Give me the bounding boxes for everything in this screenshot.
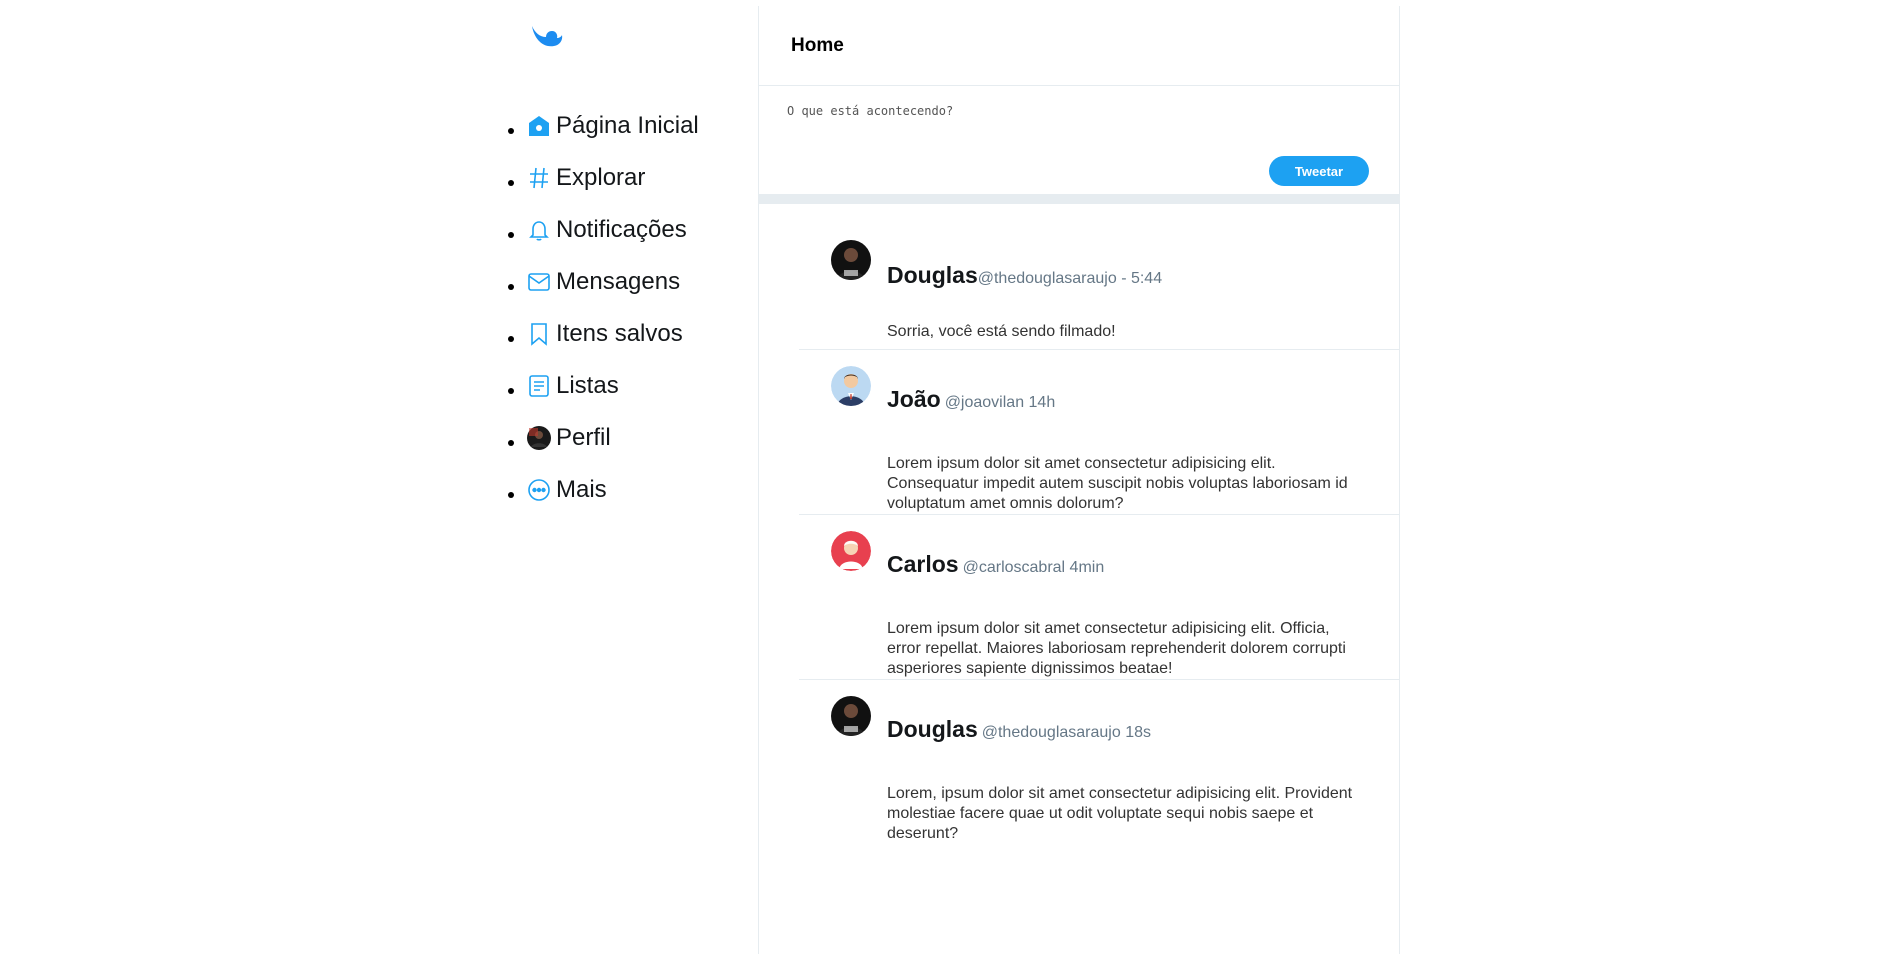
sidebar-item-mensagens[interactable]: Mensagens bbox=[508, 256, 699, 308]
tweet-item[interactable]: João @joaovilan 14h Lorem ipsum dolor si… bbox=[799, 350, 1399, 515]
sidebar-item-label: Listas bbox=[556, 372, 619, 399]
sidebar-item-label: Itens salvos bbox=[556, 320, 683, 347]
tweet-text: Lorem ipsum dolor sit amet consectetur a… bbox=[887, 620, 1346, 677]
tweet-text: Lorem ipsum dolor sit amet consectetur a… bbox=[887, 455, 1348, 512]
tweet-item[interactable]: Carlos @carloscabral 4min Lorem ipsum do… bbox=[799, 515, 1399, 680]
tweet-text: Lorem, ipsum dolor sit amet consectetur … bbox=[887, 785, 1353, 842]
sidebar-item-label: Página Inicial bbox=[556, 112, 699, 139]
page-title: Home bbox=[791, 34, 844, 56]
avatar[interactable] bbox=[831, 240, 871, 280]
tweet-meta: @carloscabral 4min bbox=[962, 559, 1105, 576]
hashtag-icon bbox=[526, 165, 552, 191]
tweet-meta: @joaovilan 14h bbox=[944, 394, 1056, 411]
tweet-author-name[interactable]: Douglas bbox=[887, 262, 978, 289]
avatar[interactable] bbox=[831, 366, 871, 406]
tweet-button[interactable]: Tweetar bbox=[1269, 156, 1369, 186]
sidebar-item-label: Mais bbox=[556, 476, 607, 503]
page-header: Home bbox=[759, 6, 1399, 86]
tweet-item[interactable]: Douglas @thedouglasaraujo 18s Lorem, ips… bbox=[799, 680, 1399, 845]
sidebar-item-label: Explorar bbox=[556, 164, 646, 191]
list-icon bbox=[526, 373, 552, 399]
sidebar-item-mais[interactable]: Mais bbox=[508, 464, 699, 516]
tweet-meta: @thedouglasaraujo - 5:44 bbox=[977, 270, 1163, 287]
bird-logo-icon[interactable] bbox=[528, 18, 564, 54]
tweet-header: Douglas @thedouglasaraujo - 5:44 bbox=[887, 262, 1162, 289]
avatar[interactable] bbox=[831, 531, 871, 571]
tweet-text: Sorria, você está sendo filmado! bbox=[887, 323, 1116, 340]
tweet-header: Douglas @thedouglasaraujo 18s bbox=[887, 716, 1151, 743]
bookmark-icon bbox=[526, 321, 552, 347]
profile-avatar-icon bbox=[526, 425, 552, 451]
tweet-item[interactable]: Douglas @thedouglasaraujo - 5:44 Sorria,… bbox=[799, 204, 1399, 350]
tweet-author-name[interactable]: João bbox=[887, 386, 941, 413]
sidebar-item-pagina-inicial[interactable]: Página Inicial bbox=[508, 100, 699, 152]
sidebar-nav: Página Inicial Explorar Notificações Men… bbox=[508, 100, 699, 516]
envelope-icon bbox=[526, 269, 552, 295]
tweet-author-name[interactable]: Carlos bbox=[887, 551, 959, 578]
sidebar-item-label: Mensagens bbox=[556, 268, 681, 295]
sidebar-item-perfil[interactable]: Perfil bbox=[508, 412, 699, 464]
sidebar-item-label: Perfil bbox=[556, 424, 611, 451]
tweet-header: João @joaovilan 14h bbox=[887, 386, 1055, 413]
tweet-input[interactable] bbox=[785, 98, 1349, 124]
sidebar-item-label: Notificações bbox=[556, 216, 687, 243]
sidebar-item-explorar[interactable]: Explorar bbox=[508, 152, 699, 204]
tweet-meta: @thedouglasaraujo 18s bbox=[981, 724, 1151, 741]
sidebar-item-notificacoes[interactable]: Notificações bbox=[508, 204, 699, 256]
tweet-composer: Tweetar bbox=[759, 86, 1399, 204]
tweet-author-name[interactable]: Douglas bbox=[887, 716, 978, 743]
home-icon bbox=[526, 113, 552, 139]
sidebar-item-listas[interactable]: Listas bbox=[508, 360, 699, 412]
page: Página Inicial Explorar Notificações Men… bbox=[0, 0, 1888, 954]
sidebar: Página Inicial Explorar Notificações Men… bbox=[508, 0, 756, 954]
tweet-header: Carlos @carloscabral 4min bbox=[887, 551, 1104, 578]
sidebar-item-itens-salvos[interactable]: Itens salvos bbox=[508, 308, 699, 360]
more-icon bbox=[526, 477, 552, 503]
bell-icon bbox=[526, 217, 552, 243]
main-column: Home Tweetar Douglas @thedouglasaraujo -… bbox=[758, 6, 1400, 954]
avatar[interactable] bbox=[831, 696, 871, 736]
tweet-feed: Douglas @thedouglasaraujo - 5:44 Sorria,… bbox=[759, 204, 1399, 845]
